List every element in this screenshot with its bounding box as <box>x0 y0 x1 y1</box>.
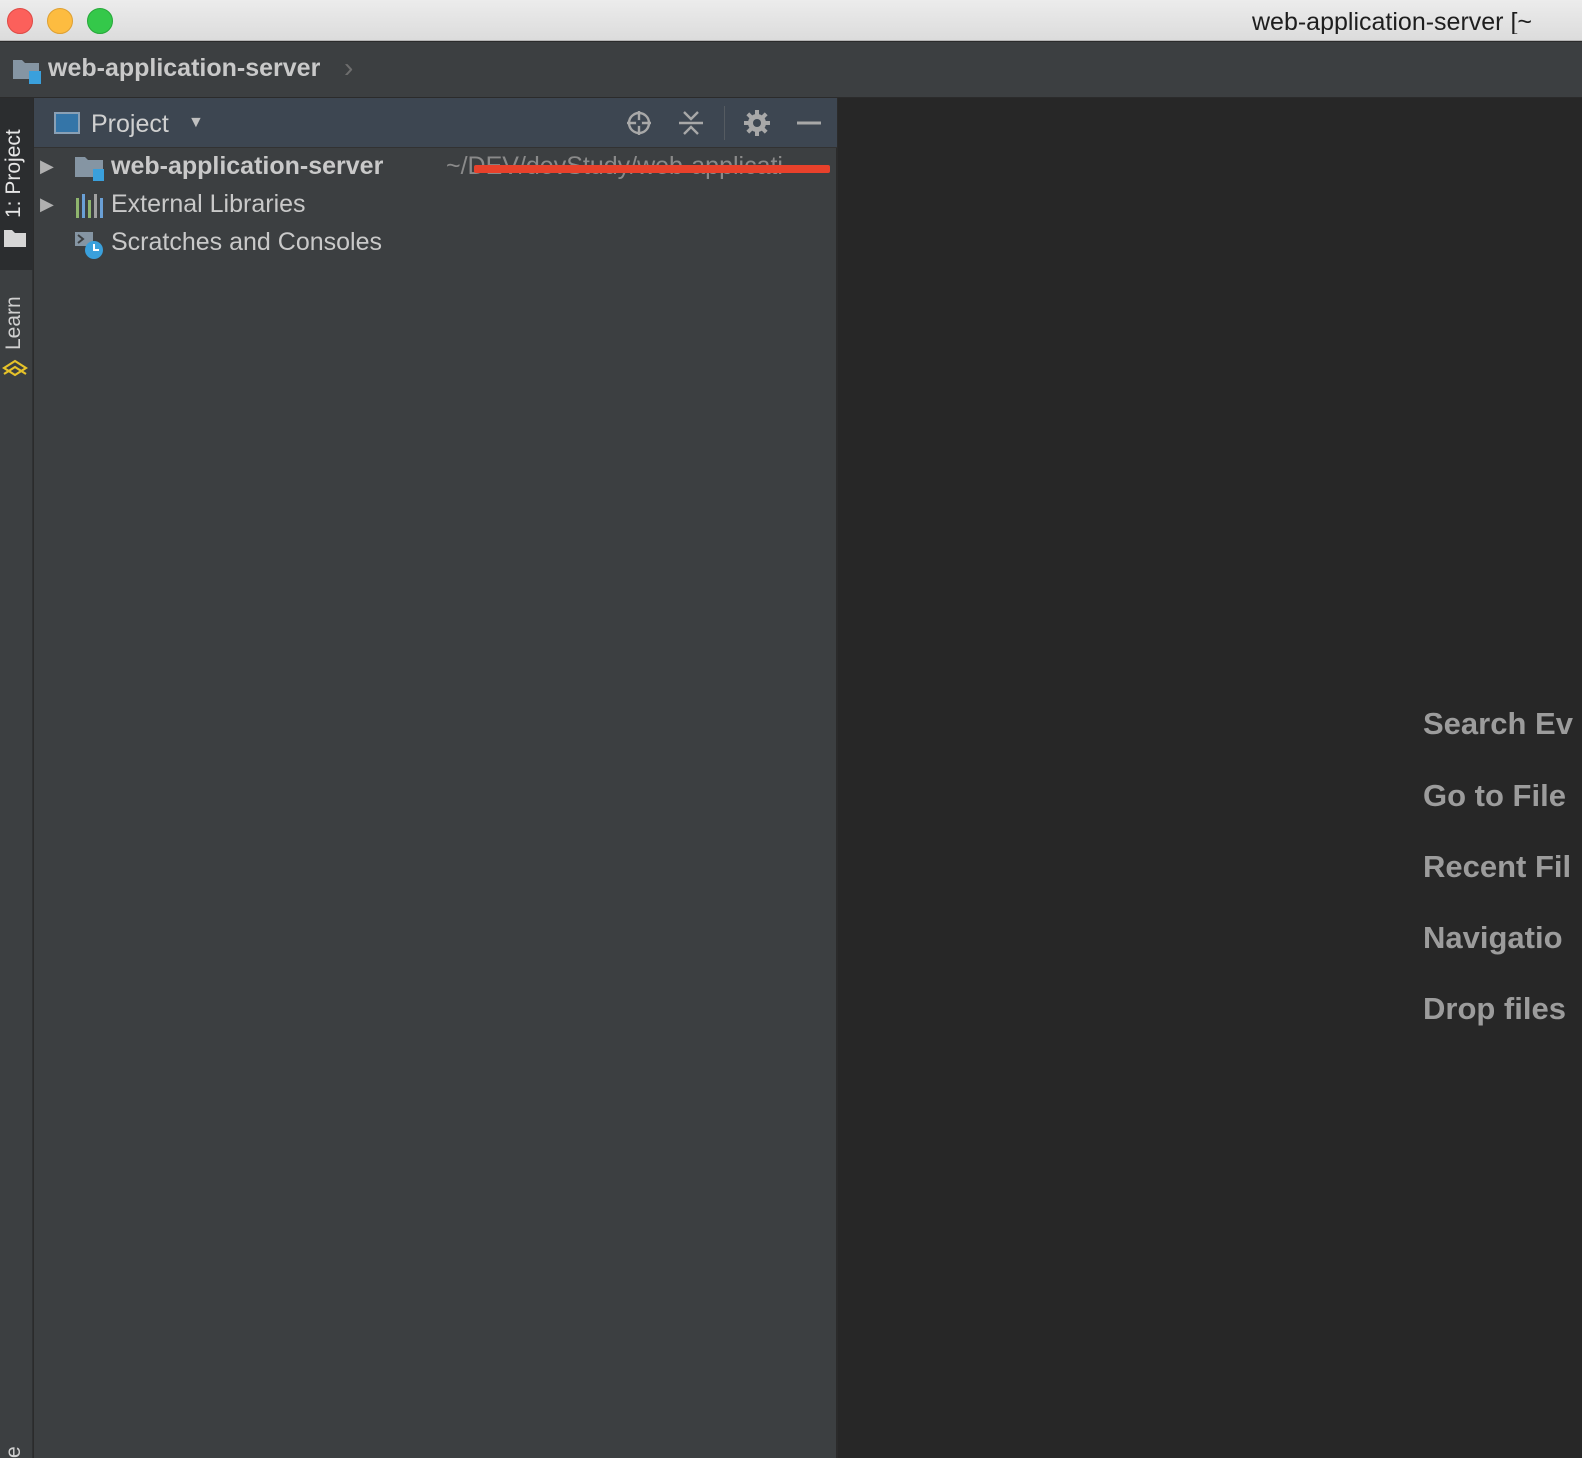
minimize-panel-icon[interactable] <box>794 108 824 138</box>
locate-crosshair-icon[interactable] <box>624 108 654 138</box>
project-view-icon <box>54 112 80 134</box>
tool-tab-bottom[interactable]: e <box>2 1428 30 1458</box>
minimize-window-button[interactable] <box>47 8 73 34</box>
tree-item-label: Scratches and Consoles <box>111 228 382 256</box>
scratches-clock-icon <box>74 230 106 262</box>
module-folder-icon <box>74 154 106 186</box>
hint-recent-files: Recent Fil <box>1423 849 1572 884</box>
breadcrumb-chevron-icon: › <box>344 52 354 83</box>
library-bars-icon <box>74 192 106 224</box>
expand-arrow-icon[interactable]: ▶ <box>40 194 54 215</box>
hint-navigation-bar: Navigatio <box>1423 920 1563 955</box>
maximize-window-button[interactable] <box>87 8 113 34</box>
left-tool-strip: 1: Project Learn e <box>0 98 33 1458</box>
project-panel-header: Project ▼ <box>34 98 837 148</box>
project-tool-window: Project ▼ ▶ web-application-server ▶ Ext… <box>34 98 837 1458</box>
tree-item-label: External Libraries <box>111 190 306 218</box>
breadcrumb-project[interactable]: web-application-server <box>48 54 320 83</box>
title-bar: web-application-server [~ <box>0 0 1582 41</box>
tool-tab-project[interactable]: 1: Project <box>0 98 33 270</box>
chevron-down-icon[interactable]: ▼ <box>188 114 204 132</box>
tree-item-external-libraries[interactable]: ▶ External Libraries <box>34 186 837 224</box>
tree-item-scratches[interactable]: Scratches and Consoles <box>34 224 837 262</box>
window-title: web-application-server [~ <box>1252 8 1532 34</box>
folder-icon <box>3 228 27 253</box>
module-folder-icon <box>12 57 42 90</box>
collapse-all-icon[interactable] <box>676 108 706 138</box>
hint-go-to-file: Go to File <box>1423 778 1566 813</box>
project-view-selector[interactable]: Project <box>91 110 169 139</box>
gear-icon[interactable] <box>742 108 772 138</box>
tool-tab-project-label: 1: Project <box>2 129 25 218</box>
editor-empty-area: Search Ev Go to File Recent Fil Navigati… <box>838 98 1582 1458</box>
tool-tab-learn[interactable]: Learn <box>2 288 30 350</box>
expand-arrow-icon[interactable]: ▶ <box>40 156 54 177</box>
tree-item-project-root[interactable]: ▶ web-application-server ~/DEV/devStudy/… <box>34 148 837 186</box>
hint-search-everywhere: Search Ev <box>1423 706 1573 741</box>
learn-graduation-icon <box>1 356 29 387</box>
close-window-button[interactable] <box>7 8 33 34</box>
tree-item-label: web-application-server <box>111 152 384 180</box>
redaction-mark <box>474 165 830 173</box>
header-separator <box>724 106 725 140</box>
hint-drop-files: Drop files <box>1423 991 1566 1026</box>
navigation-bar: web-application-server › <box>0 42 1582 98</box>
